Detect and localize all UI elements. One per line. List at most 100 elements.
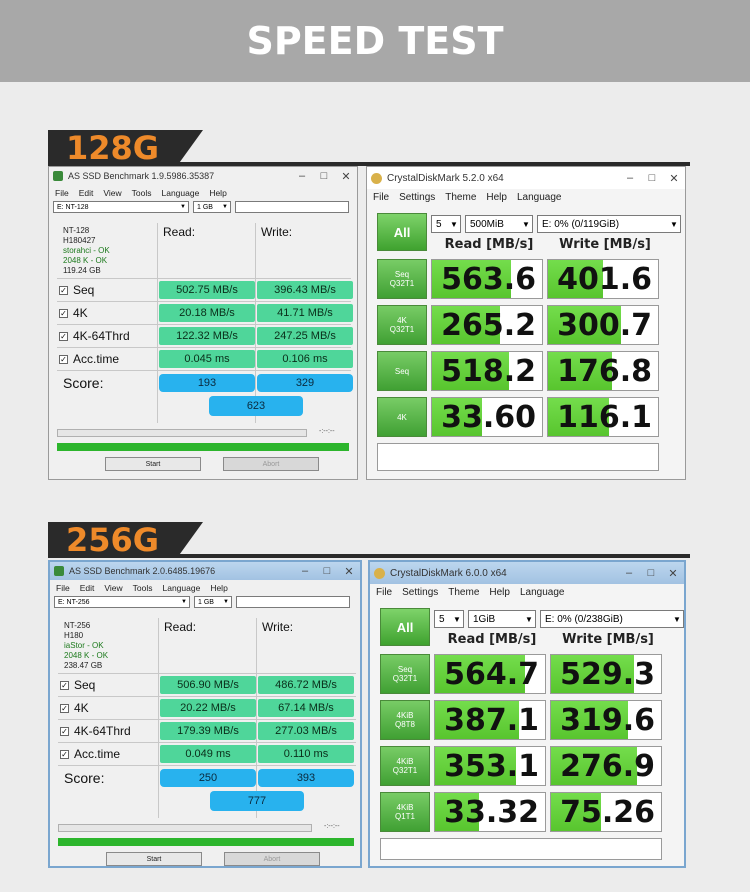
checkbox[interactable]: ✓ [60, 680, 69, 690]
score-label: Score: [63, 375, 104, 391]
size-select-value: 1 GB [197, 203, 213, 211]
menu-item-language[interactable]: Language [520, 587, 565, 598]
maximize-button[interactable]: □ [640, 567, 662, 579]
menu-item-help[interactable]: Help [209, 188, 226, 198]
comment-box[interactable] [380, 838, 662, 860]
test-row-label[interactable]: ✓ 4K-64Thrd [59, 327, 130, 345]
menu-item-view[interactable]: View [104, 583, 122, 593]
test-count-value: 5 [436, 218, 442, 230]
maximize-button[interactable]: □ [316, 565, 338, 577]
menu-item-language[interactable]: Language [517, 192, 562, 203]
write-value: 319.6 [560, 702, 655, 738]
test-name: 4K [73, 306, 88, 320]
minimize-button[interactable]: – [291, 170, 313, 182]
minimize-button[interactable]: – [618, 567, 640, 579]
write-value: 276.9 [560, 748, 655, 784]
read-cell: 265.2 [431, 305, 543, 345]
checkbox[interactable]: ✓ [59, 285, 68, 295]
checkbox[interactable]: ✓ [60, 749, 69, 759]
test-row-label[interactable]: ✓ Acc.time [60, 745, 120, 763]
test-size-select[interactable]: 500MiB ▼ [465, 215, 533, 233]
close-button[interactable]: ✕ [663, 172, 685, 185]
test-button[interactable]: Seq Q32T1 [377, 259, 427, 299]
test-button[interactable]: Seq Q32T1 [380, 654, 430, 694]
write-cell: 401.6 [547, 259, 659, 299]
menu-item-view[interactable]: View [103, 188, 121, 198]
all-button[interactable]: All [377, 213, 427, 251]
close-button[interactable]: ✕ [338, 565, 360, 578]
chevron-down-icon: ▼ [522, 219, 530, 229]
menu-item-settings[interactable]: Settings [399, 192, 435, 203]
notes-input[interactable] [235, 201, 349, 213]
menu-item-settings[interactable]: Settings [402, 587, 438, 598]
minimize-button[interactable]: – [294, 565, 316, 577]
test-size-select[interactable]: 1GiB ▼ [468, 610, 536, 628]
cdm-titlebar: CrystalDiskMark 5.2.0 x64 – □ ✕ [367, 167, 685, 189]
checkbox[interactable]: ✓ [59, 308, 68, 318]
start-button[interactable]: Start [106, 852, 202, 866]
menu-item-file[interactable]: File [376, 587, 392, 598]
maximize-button[interactable]: □ [641, 172, 663, 184]
row-divider [57, 370, 351, 371]
checkbox[interactable]: ✓ [59, 331, 68, 341]
drive-select[interactable]: E: NT-256 ▼ [54, 596, 190, 608]
test-count-select[interactable]: 5 ▼ [434, 610, 464, 628]
abort-button[interactable]: Abort [224, 852, 320, 866]
drive-select[interactable]: E: NT-128 ▼ [53, 201, 189, 213]
start-button[interactable]: Start [105, 457, 201, 471]
checkbox[interactable]: ✓ [60, 703, 69, 713]
menu-item-edit[interactable]: Edit [79, 188, 94, 198]
test-name: Acc.time [73, 352, 120, 366]
menu-item-file[interactable]: File [373, 192, 389, 203]
menu-item-tools[interactable]: Tools [133, 583, 153, 593]
test-button[interactable]: 4KiB Q1T1 [380, 792, 430, 832]
write-value: 300.7 [557, 307, 652, 343]
write-result: 67.14 MB/s [258, 699, 354, 717]
comment-box[interactable] [377, 443, 659, 471]
menu-item-file[interactable]: File [56, 583, 70, 593]
test-count-select[interactable]: 5 ▼ [431, 215, 461, 233]
test-row-label[interactable]: ✓ Seq [60, 676, 95, 694]
test-button[interactable]: Seq [377, 351, 427, 391]
read-cell: 564.7 [434, 654, 546, 694]
test-button[interactable]: 4KiB Q8T8 [380, 700, 430, 740]
test-row-label[interactable]: ✓ Acc.time [59, 350, 119, 368]
menu-item-language[interactable]: Language [161, 188, 199, 198]
test-row-label[interactable]: ✓ Seq [59, 281, 94, 299]
size-select[interactable]: 1 GB ▼ [194, 596, 232, 608]
checkbox[interactable]: ✓ [60, 726, 69, 736]
menu-item-help[interactable]: Help [210, 583, 227, 593]
menu-item-language[interactable]: Language [162, 583, 200, 593]
test-row-label[interactable]: ✓ 4K [59, 304, 88, 322]
test-button[interactable]: 4K Q32T1 [377, 305, 427, 345]
chevron-down-icon: ▼ [673, 614, 681, 624]
checkbox[interactable]: ✓ [59, 354, 68, 364]
close-button[interactable]: ✕ [335, 170, 357, 183]
drive-select[interactable]: E: 0% (0/119GiB) ▼ [537, 215, 681, 233]
score-read: 250 [160, 769, 256, 787]
all-button[interactable]: All [380, 608, 430, 646]
close-button[interactable]: ✕ [662, 567, 684, 580]
menu-item-help[interactable]: Help [489, 587, 510, 598]
test-button[interactable]: 4K [377, 397, 427, 437]
abort-button[interactable]: Abort [223, 457, 319, 471]
menu-item-theme[interactable]: Theme [445, 192, 476, 203]
overall-progress-bar [58, 838, 354, 846]
test-row-label[interactable]: ✓ 4K [60, 699, 89, 717]
menu-item-help[interactable]: Help [486, 192, 507, 203]
elapsed-time: -:--:-- [324, 823, 340, 830]
menu-item-edit[interactable]: Edit [80, 583, 95, 593]
maximize-button[interactable]: □ [313, 170, 335, 182]
test-row-label[interactable]: ✓ 4K-64Thrd [60, 722, 131, 740]
menu-item-file[interactable]: File [55, 188, 69, 198]
minimize-button[interactable]: – [619, 172, 641, 184]
drive-info-line: NT-128 [63, 226, 90, 235]
read-result: 502.75 MB/s [159, 281, 255, 299]
notes-input[interactable] [236, 596, 350, 608]
test-button[interactable]: 4KiB Q32T1 [380, 746, 430, 786]
menu-item-theme[interactable]: Theme [448, 587, 479, 598]
drive-select[interactable]: E: 0% (0/238GiB) ▼ [540, 610, 684, 628]
score-label: Score: [64, 770, 105, 786]
size-select[interactable]: 1 GB ▼ [193, 201, 231, 213]
menu-item-tools[interactable]: Tools [132, 188, 152, 198]
